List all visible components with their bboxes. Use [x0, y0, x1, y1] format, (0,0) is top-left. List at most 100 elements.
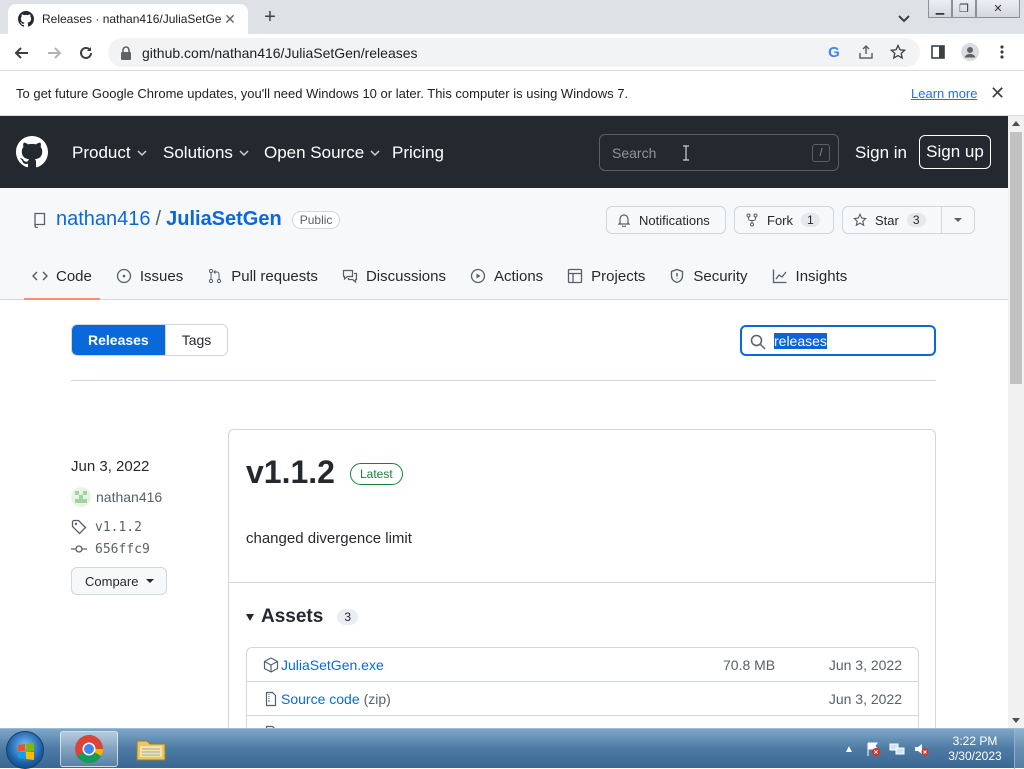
fork-button[interactable]: Fork 1 — [734, 206, 834, 234]
compare-button[interactable]: Compare — [71, 567, 167, 595]
tab-code[interactable]: Code — [24, 260, 100, 300]
scroll-down-arrow-icon[interactable] — [1012, 718, 1020, 723]
releases-tags-toggle: Releases Tags — [71, 324, 229, 356]
find-release-input[interactable]: releases — [740, 325, 936, 356]
tab-security-label: Security — [693, 267, 748, 285]
minimize-button[interactable]: ▁ — [928, 0, 952, 18]
repo-separator: / — [155, 208, 162, 230]
asset-link[interactable]: JuliaSetGen.exe — [281, 657, 384, 673]
tab-discussions[interactable]: Discussions — [342, 260, 446, 292]
tab-insights-label: Insights — [795, 267, 848, 285]
chrome-menu-icon[interactable] — [991, 41, 1013, 63]
release-commit[interactable]: 656ffc9 — [71, 541, 211, 557]
asset-link[interactable]: Source code — [281, 691, 360, 707]
notifications-button[interactable]: Notifications — [606, 206, 726, 234]
reload-icon — [80, 46, 92, 59]
github-favicon-icon — [18, 11, 34, 27]
tab-discussions-label: Discussions — [365, 267, 446, 285]
scrollbar-thumb[interactable] — [1010, 132, 1022, 384]
page-scrollbar[interactable] — [1008, 116, 1024, 728]
asset-date: Jun 3, 2022 — [828, 656, 902, 673]
profile-avatar-icon[interactable] — [959, 41, 981, 63]
sign-up-button[interactable]: Sign up — [919, 135, 991, 169]
back-button[interactable] — [10, 41, 34, 65]
sign-in-link[interactable]: Sign in — [855, 143, 907, 163]
chrome-icon — [75, 735, 103, 763]
bookmark-star-icon[interactable] — [887, 41, 909, 63]
learn-more-link[interactable]: Learn more — [911, 86, 977, 101]
nav-product[interactable]: Product — [72, 143, 147, 163]
taskbar-clock[interactable]: 3:22 PM 3/30/2023 — [940, 734, 1010, 764]
github-header: Product Solutions Open Source Pricing Se… — [0, 116, 1008, 188]
star-label: Star — [875, 212, 899, 228]
tab-actions[interactable]: Actions — [470, 260, 543, 292]
repo-header: nathan416 / JuliaSetGen Public Notificat… — [0, 188, 1008, 300]
taskbar-chrome[interactable] — [60, 731, 118, 767]
release-card: v1.1.2 Latest changed divergence limit A… — [228, 429, 936, 750]
search-shortcut-key: / — [812, 144, 830, 162]
release-description: changed divergence limit — [246, 530, 412, 547]
assets-toggle[interactable]: Assets 3 — [246, 606, 359, 628]
pull-request-icon — [209, 268, 222, 284]
nav-solutions[interactable]: Solutions — [163, 143, 249, 163]
release-tag[interactable]: v1.1.2 — [71, 519, 211, 535]
code-icon — [32, 271, 48, 281]
discussion-icon — [342, 269, 358, 284]
repo-title: nathan416 / JuliaSetGen Public — [32, 208, 341, 231]
caret-down-icon — [146, 579, 154, 583]
latest-badge: Latest — [350, 463, 403, 485]
find-release-value: releases — [774, 333, 827, 349]
tab-search-chevron-icon[interactable] — [894, 8, 914, 28]
google-translate-icon[interactable]: G — [823, 41, 845, 63]
repo-name-link[interactable]: JuliaSetGen — [166, 208, 282, 231]
action-center-flag-icon[interactable] — [864, 740, 882, 758]
tab-pull-requests[interactable]: Pull requests — [207, 260, 318, 292]
tab-security[interactable]: Security — [669, 260, 748, 292]
show-hidden-icons-icon[interactable]: ▲ — [840, 740, 858, 758]
forward-button[interactable] — [42, 41, 66, 65]
repo-owner-link[interactable]: nathan416 — [56, 208, 151, 231]
notifications-label: Notifications — [639, 212, 710, 228]
star-list-caret-icon[interactable] — [954, 218, 962, 222]
assets-count: 3 — [337, 609, 359, 625]
restore-button[interactable]: ❐ — [952, 0, 976, 18]
star-button[interactable]: Star 3 — [842, 206, 975, 234]
new-tab-button[interactable]: + — [258, 6, 282, 30]
show-desktop-button[interactable] — [1014, 729, 1024, 769]
scroll-up-arrow-icon[interactable] — [1012, 121, 1020, 126]
tab-close-icon[interactable]: ✕ — [222, 11, 238, 28]
issue-icon — [116, 268, 132, 284]
infobar-message: To get future Google Chrome updates, you… — [16, 86, 629, 101]
star-icon — [853, 213, 867, 227]
tab-insights[interactable]: Insights — [772, 260, 848, 292]
network-icon[interactable] — [888, 740, 906, 758]
tab-issues[interactable]: Issues — [116, 260, 183, 292]
releases-tab-button[interactable]: Releases — [72, 325, 165, 355]
chevron-down-icon — [239, 150, 249, 157]
assets-label: Assets — [261, 606, 324, 627]
github-search-input[interactable]: Search / — [599, 134, 839, 171]
nav-pricing-label: Pricing — [392, 143, 444, 162]
tab-projects[interactable]: Projects — [567, 260, 645, 292]
fork-icon — [746, 213, 758, 227]
share-icon[interactable] — [855, 41, 877, 63]
reload-button[interactable] — [74, 41, 98, 65]
side-panel-icon[interactable] — [927, 41, 949, 63]
release-version-title[interactable]: v1.1.2 — [246, 454, 335, 491]
infobar-close-icon[interactable]: ✕ — [990, 83, 1005, 104]
close-window-button[interactable]: ✕ — [976, 0, 1020, 18]
taskbar-file-explorer[interactable] — [122, 731, 180, 767]
nav-open-source[interactable]: Open Source — [264, 143, 380, 163]
address-bar[interactable]: github.com/nathan416/JuliaSetGen/release… — [108, 38, 920, 67]
start-button[interactable] — [6, 731, 44, 769]
back-arrow-icon — [14, 47, 28, 59]
asset-link-suffix[interactable]: (zip) — [364, 691, 391, 707]
github-logo-icon[interactable] — [16, 136, 48, 168]
browser-tab[interactable]: Releases · nathan416/JuliaSetGen ✕ — [8, 4, 248, 34]
divider — [71, 380, 936, 381]
tags-tab-button[interactable]: Tags — [164, 325, 228, 355]
nav-pricing[interactable]: Pricing — [392, 143, 444, 163]
release-author[interactable]: nathan416 — [71, 487, 211, 507]
volume-muted-icon[interactable] — [912, 740, 930, 758]
tab-issues-label: Issues — [139, 267, 184, 285]
